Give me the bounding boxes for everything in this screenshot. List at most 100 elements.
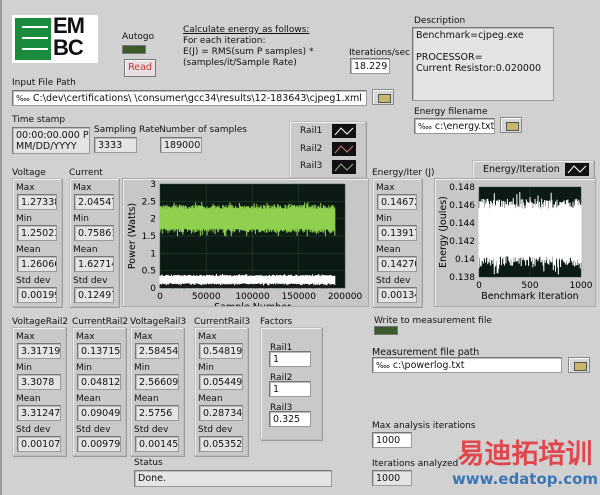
current-max-value: 2.04547 xyxy=(74,194,114,210)
energy-iter-std-label: Std dev xyxy=(376,276,411,286)
browse-folder-icon[interactable] xyxy=(500,117,522,133)
browse-folder-icon[interactable] xyxy=(372,89,394,105)
voltage-rail2-mean-label: Mean xyxy=(16,394,41,404)
current-rail2-max-label: Max xyxy=(76,332,95,342)
sampling-rate-label: Sampling Rate xyxy=(94,125,160,135)
voltage-min-label: Min xyxy=(16,214,32,224)
voltage-rail2-std-value: 0.00107: xyxy=(17,436,61,452)
voltage-rail2-mean-value: 3.31247 xyxy=(17,405,61,421)
y-tick-label: 0.14 xyxy=(455,255,475,265)
energy-chart: 0.138 0.14 0.142 0.144 0.146 0.148 0 500 1000 Ben… xyxy=(434,178,596,307)
voltage-rail2-stats: Max 3.31719 Min 3.3078 Mean 3.31247 Std dev 0.0… xyxy=(12,327,66,456)
current-std-value: 0.124974 xyxy=(74,287,114,303)
current-min-label: Min xyxy=(73,214,89,224)
energy-iter-max-label: Max xyxy=(376,183,395,193)
voltage-rail3-mean-value: 2.5756 xyxy=(135,405,179,421)
energy-iter-min-label: Min xyxy=(376,214,392,224)
current-rail2-mean-value: 0.09049 xyxy=(77,405,121,421)
voltage-rail3-max-value: 2.58454 xyxy=(135,343,179,359)
voltage-max-label: Max xyxy=(16,183,35,193)
watermark: 易迪拓培训 www.edatop.com xyxy=(450,439,600,489)
voltage-rail3-min-label: Min xyxy=(134,363,150,373)
x-tick-label: 200000 xyxy=(328,292,363,302)
num-samples-value: 189000 xyxy=(160,137,202,153)
current-rail3-mean-label: Mean xyxy=(198,394,223,404)
calc-line1: For each iteration: xyxy=(183,36,266,46)
y-tick-label: 2.5 xyxy=(142,197,156,207)
browse-folder-icon[interactable] xyxy=(568,357,590,373)
description-label: Description xyxy=(414,16,466,26)
voltage-rail3-min-value: 2.56609 xyxy=(135,374,179,390)
input-file-label: Input File Path xyxy=(12,78,76,88)
num-samples-label: Number of samples xyxy=(159,125,247,135)
x-tick-label: 50000 xyxy=(192,292,221,302)
voltage-rail2-max-label: Max xyxy=(16,332,35,342)
voltage-stats: Max 1.27338 Min 1.25023 Mean 1.26066 Std dev 0.… xyxy=(12,178,62,307)
voltage-min-value: 1.25023 xyxy=(17,225,57,241)
factor-rail1-input[interactable]: 1 xyxy=(269,351,311,367)
current-mean-label: Mean xyxy=(73,245,98,255)
measurement-file-field[interactable]: ‱ c:\powerlog.txt xyxy=(372,357,562,373)
read-button[interactable]: Read xyxy=(124,59,156,77)
energy-iter-label: Energy/Iter (J) xyxy=(372,168,435,178)
current-mean-value: 1.62714 xyxy=(74,256,114,272)
embc-logo: EM BC xyxy=(12,15,98,63)
write-file-label: Write to measurement file xyxy=(374,316,492,326)
status-value: Done. xyxy=(134,470,332,487)
current-rail3-std-label: Std dev xyxy=(198,425,233,435)
y-tick-label: 1.5 xyxy=(142,232,156,242)
current-rail3-min-label: Min xyxy=(198,363,214,373)
current-rail2-label: CurrentRail2 xyxy=(72,317,129,327)
y-axis-label: Energy (Joules) xyxy=(438,196,449,268)
y-tick-label: 0.5 xyxy=(142,267,156,277)
current-rail2-min-value: 0.048128 xyxy=(77,374,121,390)
input-file-path-field[interactable]: ‱ C:\dev\certifications\ \consumer\gcc34… xyxy=(12,90,367,106)
sampling-rate-value: 3333 xyxy=(94,137,137,153)
timestamp-date: MM/DD/YYYY xyxy=(16,141,77,152)
description-box: Benchmark=cjpeg.exe PROCESSOR= Current R… xyxy=(412,27,554,101)
iterations-analyzed-value: 1000 xyxy=(372,470,412,486)
factor-rail3-input[interactable]: 0.325 xyxy=(269,411,311,427)
y-tick-label: 0.146 xyxy=(449,201,475,211)
timestamp-label: Time stamp xyxy=(12,115,66,125)
calc-line2: E(J) = RMS(sum P samples) * xyxy=(183,47,314,57)
voltage-rail3-std-label: Std dev xyxy=(134,425,169,435)
write-file-led[interactable] xyxy=(374,326,398,335)
legend-rail1: Rail1 xyxy=(300,126,323,136)
voltage-rail2-max-value: 3.31719 xyxy=(17,343,61,359)
max-iterations-label: Max analysis iterations xyxy=(372,421,476,431)
legend-energy-iteration: Energy/Iteration xyxy=(483,164,560,175)
y-tick-label: 1 xyxy=(150,249,156,259)
voltage-label: Voltage xyxy=(12,168,46,178)
current-rail3-stats: Max0.54819 Min0.05449 Mean0.287343 Std dev0… xyxy=(194,327,248,456)
current-rail3-std-value: 0.053524 xyxy=(199,436,243,452)
y-tick-label: 2 xyxy=(150,215,156,225)
voltage-rail3-std-value: 0.001450 xyxy=(135,436,179,452)
y-tick-label: 0 xyxy=(150,284,156,294)
autogo-led[interactable] xyxy=(122,45,146,54)
watermark-text: 易迪拓培训 xyxy=(457,439,593,470)
current-rail3-max-value: 0.54819 xyxy=(199,343,243,359)
current-rail2-std-value: 0.00979 xyxy=(77,436,121,452)
energy-filename-field[interactable]: ‱ c:\energy.txt xyxy=(414,118,495,134)
voltage-mean-label: Mean xyxy=(16,245,41,255)
current-rail2-mean-label: Mean xyxy=(76,394,101,404)
voltage-rail3-mean-label: Mean xyxy=(134,394,159,404)
max-iterations-input[interactable]: 1000 xyxy=(372,432,412,448)
current-rail2-std-label: Std dev xyxy=(76,425,111,435)
description-line: PROCESSOR= xyxy=(416,52,483,63)
iterations-analyzed-label: Iterations analyzed xyxy=(372,459,459,469)
x-tick-label: 0 xyxy=(157,292,163,302)
current-min-value: 0.758615 xyxy=(74,225,114,241)
legend-rail2: Rail2 xyxy=(300,144,323,154)
power-chart: 0 0.5 1 1.5 2 2.5 3 0 50000 100000 150000 200000 Sam… xyxy=(122,178,369,313)
calc-title: Calculate energy as follows: xyxy=(183,25,310,35)
current-rail2-min-label: Min xyxy=(76,363,92,373)
status-label: Status xyxy=(134,458,163,468)
factor-rail2-input[interactable]: 1 xyxy=(269,381,311,397)
y-tick-label: 3 xyxy=(150,180,156,190)
current-rail3-min-value: 0.05449 xyxy=(199,374,243,390)
factors-label: Factors xyxy=(260,317,293,327)
legend-rail3: Rail3 xyxy=(300,161,323,171)
y-axis-label: Power (Watts) xyxy=(127,203,138,269)
